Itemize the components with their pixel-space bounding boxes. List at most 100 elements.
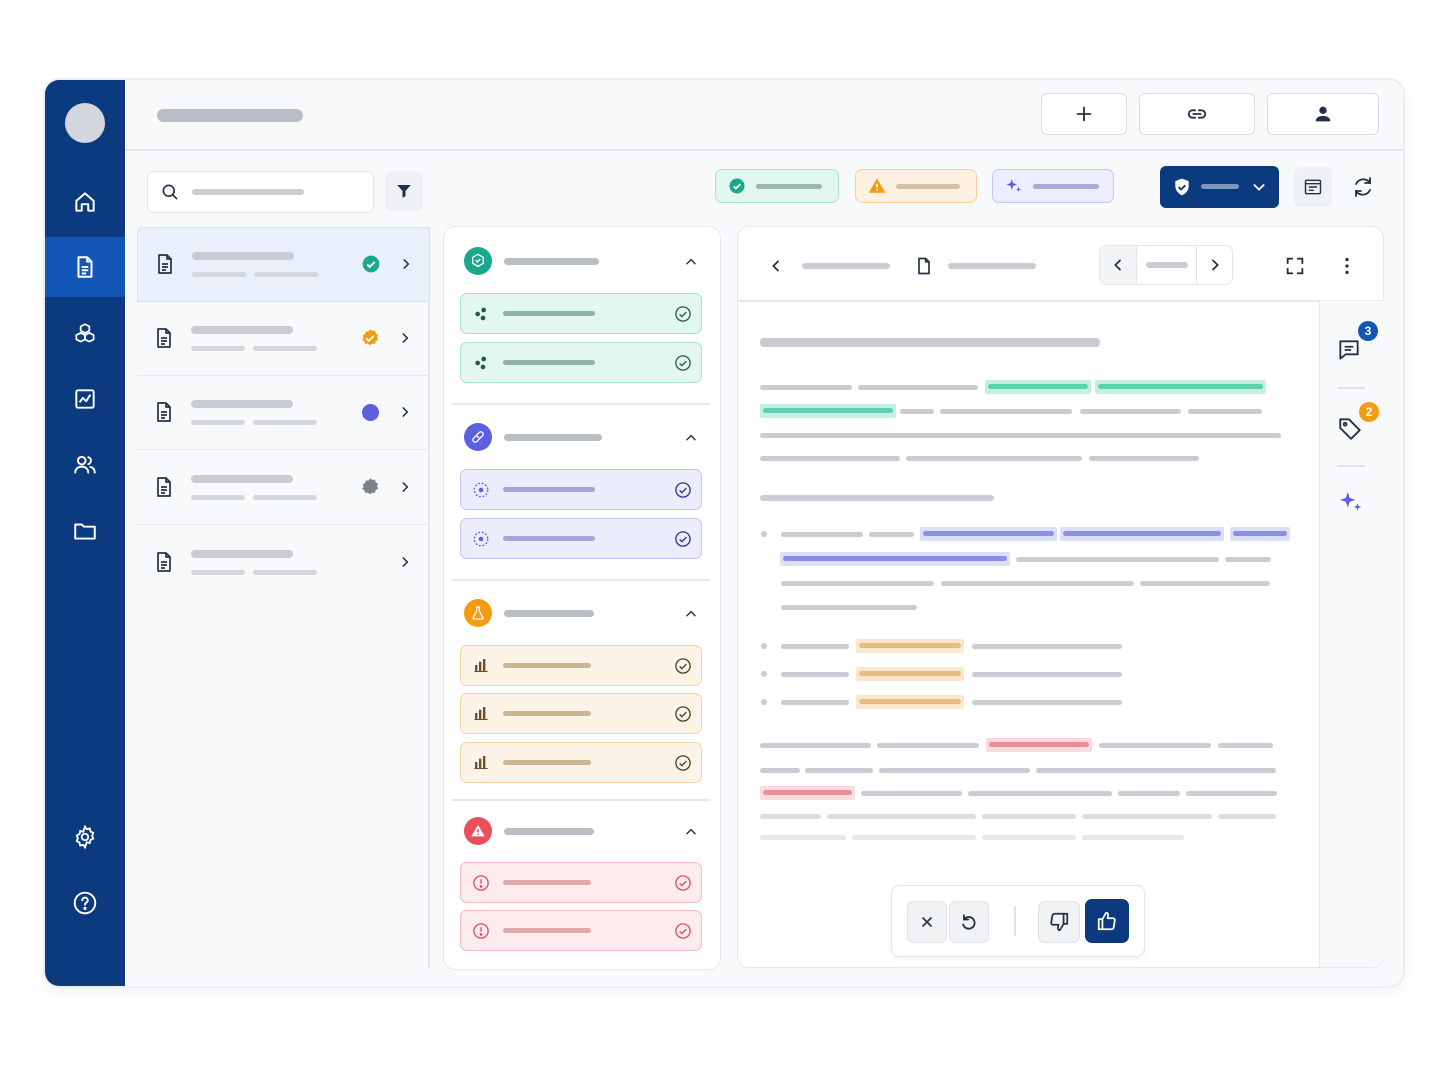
filter-button[interactable]: [385, 171, 423, 211]
undo-button[interactable]: [949, 901, 989, 943]
entity-label-placeholder: [503, 360, 595, 365]
highlight-entity-purple[interactable]: [1060, 527, 1224, 541]
status-filter-warning[interactable]: [855, 169, 977, 203]
highlight-entity-red[interactable]: [986, 738, 1092, 752]
sidebar: [45, 80, 125, 986]
document-icon: [157, 328, 171, 348]
highlight-entity-green[interactable]: [985, 380, 1091, 394]
check-circle-icon[interactable]: [674, 922, 692, 940]
thumbs-up-button[interactable]: [1085, 899, 1129, 943]
document-list-item[interactable]: [137, 526, 428, 599]
sparkle-icon[interactable]: [1338, 489, 1364, 515]
chip-label-placeholder: [1033, 184, 1099, 189]
document-meta-placeholder: [191, 346, 245, 351]
collapse-chevron-icon[interactable]: [683, 825, 699, 839]
panel-toggle-button[interactable]: [1294, 167, 1332, 207]
highlight-entity-orange[interactable]: [856, 695, 964, 709]
thumbs-up-icon: [1097, 911, 1116, 931]
text-line: [827, 814, 976, 819]
dismiss-button[interactable]: [907, 901, 947, 943]
approve-dropdown-button[interactable]: [1160, 166, 1279, 208]
entity-item[interactable]: [460, 645, 702, 686]
entity-item[interactable]: [460, 469, 702, 510]
highlight-entity-green[interactable]: [1095, 380, 1266, 394]
text-line: [982, 814, 1076, 819]
help-icon: [73, 891, 97, 915]
collapse-chevron-icon[interactable]: [683, 255, 699, 269]
document-meta-placeholder: [253, 495, 317, 500]
check-circle-icon[interactable]: [674, 305, 692, 323]
status-filter-ai[interactable]: [992, 169, 1114, 203]
check-circle-icon[interactable]: [674, 354, 692, 372]
search-box[interactable]: [147, 171, 374, 213]
text-line: [805, 768, 873, 773]
text-line: [1218, 814, 1276, 819]
text-line: [760, 456, 900, 461]
profile-button[interactable]: [1267, 93, 1379, 135]
expand-icon[interactable]: [1284, 255, 1306, 277]
next-page-button[interactable]: [1196, 246, 1233, 284]
highlight-entity-red[interactable]: [760, 786, 855, 800]
check-circle-icon[interactable]: [674, 754, 692, 772]
highlight-entity-purple[interactable]: [1230, 527, 1290, 541]
target-dots-icon: [473, 482, 489, 498]
sidebar-item-home[interactable]: [45, 172, 125, 232]
entity-item[interactable]: [460, 910, 702, 951]
check-circle-icon[interactable]: [674, 481, 692, 499]
status-dot: [362, 404, 379, 421]
tag-icon[interactable]: [1337, 415, 1363, 441]
text-line: [760, 433, 1281, 438]
highlight-text: [763, 790, 852, 795]
text-line: [1118, 791, 1180, 796]
entity-item[interactable]: [460, 293, 702, 334]
chip-label-placeholder: [896, 184, 960, 189]
sidebar-item-help[interactable]: [45, 873, 125, 933]
text-line: [781, 700, 849, 705]
collapse-chevron-icon[interactable]: [683, 607, 699, 621]
share-link-button[interactable]: [1139, 93, 1255, 135]
text-line: [879, 768, 1030, 773]
highlight-entity-purple[interactable]: [920, 527, 1057, 541]
more-vertical-icon[interactable]: [1336, 255, 1358, 277]
highlight-entity-green[interactable]: [760, 404, 896, 418]
check-circle-icon[interactable]: [674, 874, 692, 892]
check-circle-icon[interactable]: [674, 705, 692, 723]
dropdown-label-placeholder: [1201, 184, 1239, 189]
text-line: [760, 495, 994, 501]
entity-item[interactable]: [460, 862, 702, 903]
status-filter-valid[interactable]: [715, 169, 839, 203]
document-list-item[interactable]: [137, 376, 428, 450]
add-button[interactable]: [1041, 93, 1127, 135]
entity-item[interactable]: [460, 693, 702, 734]
sidebar-item-documents[interactable]: [45, 237, 125, 297]
check-circle-icon[interactable]: [674, 530, 692, 548]
document-heading-placeholder: [760, 338, 1100, 347]
sidebar-item-settings[interactable]: [45, 807, 125, 867]
document-list-item[interactable]: [137, 451, 428, 525]
sidebar-item-folders[interactable]: [45, 501, 125, 561]
sidebar-item-analytics[interactable]: [45, 369, 125, 429]
collapse-chevron-icon[interactable]: [683, 431, 699, 445]
sidebar-item-users[interactable]: [45, 435, 125, 495]
entity-item[interactable]: [460, 518, 702, 559]
thumbs-down-button[interactable]: [1038, 901, 1080, 943]
entity-item[interactable]: [460, 342, 702, 383]
document-list-item[interactable]: [137, 227, 430, 302]
text-line: [1225, 557, 1271, 562]
entity-item[interactable]: [460, 742, 702, 783]
refresh-button[interactable]: [1347, 171, 1379, 203]
highlight-entity-orange[interactable]: [856, 667, 964, 681]
sidebar-item-models[interactable]: [45, 304, 125, 364]
comment-icon[interactable]: [1336, 337, 1362, 363]
highlight-entity-purple[interactable]: [780, 552, 1010, 566]
highlight-entity-orange[interactable]: [856, 639, 964, 653]
document-list-item[interactable]: [137, 302, 428, 376]
avatar[interactable]: [65, 103, 105, 143]
bullet: [761, 671, 767, 677]
text-line: [1036, 768, 1276, 773]
tags-count-badge: 2: [1359, 402, 1379, 422]
check-circle-icon[interactable]: [674, 657, 692, 675]
chevron-left-icon[interactable]: [768, 257, 784, 275]
previous-page-button[interactable]: [1100, 246, 1137, 284]
highlight-text: [783, 556, 1007, 561]
